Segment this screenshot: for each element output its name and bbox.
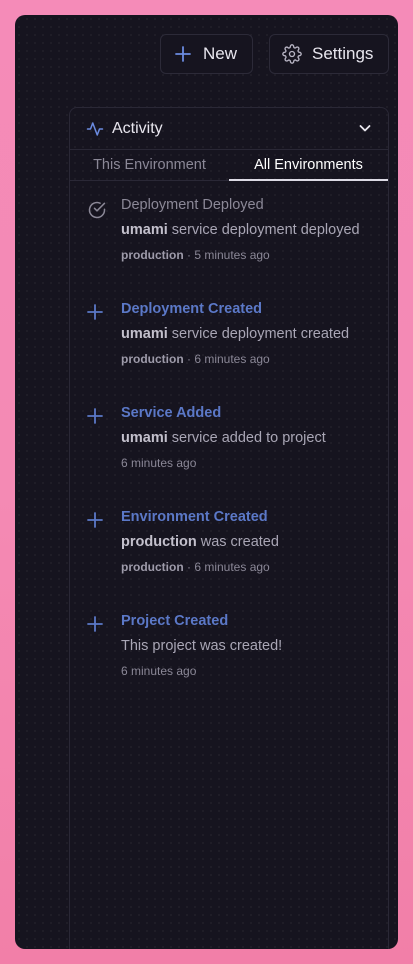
activity-meta: production · 5 minutes ago [121,247,388,263]
new-button-label: New [203,44,238,63]
activity-time: 6 minutes ago [121,456,197,470]
environment-tabs: This Environment All Environments [70,149,388,181]
plus-icon [87,408,103,424]
activity-meta: 6 minutes ago [121,663,388,679]
gear-icon [282,44,302,64]
activity-title-text: Project Created [121,613,229,629]
activity-description: This project was created! [121,636,388,656]
list-item: Deployment Deployed umami service deploy… [70,195,388,299]
activity-subject: umami [121,430,168,446]
tab-this-environment[interactable]: This Environment [70,150,229,180]
activity-title: Activity [112,119,163,137]
activity-description: umami service deployment deployed [121,220,388,240]
activity-time: 6 minutes ago [194,560,270,574]
activity-description: production was created [121,532,388,552]
activity-text: service deployment deployed [167,222,360,238]
new-button[interactable]: New [160,34,253,74]
settings-button-label: Settings [312,44,374,63]
activity-text: was created [196,534,279,550]
plus-icon [87,512,103,528]
list-item: Service Added umami service added to pro… [70,403,388,507]
activity-separator: · [183,352,195,366]
activity-time: 6 minutes ago [121,664,197,678]
activity-text: This project was created! [121,638,283,654]
activity-title-text: Deployment Deployed [121,197,264,213]
activity-env: production [121,560,184,574]
list-item: Deployment Created umami service deploym… [70,299,388,403]
check-circle-icon [88,201,106,219]
activity-title-text: Service Added [121,405,222,421]
plus-icon [87,304,103,320]
tab-all-environments[interactable]: All Environments [229,150,388,181]
activity-panel-header[interactable]: Activity [70,108,388,149]
plus-icon [175,46,191,62]
activity-description: umami service added to project [121,428,388,448]
activity-subject: umami [121,222,168,238]
activity-meta: production · 6 minutes ago [121,351,388,367]
activity-text: service added to project [167,430,326,446]
activity-separator: · [183,248,195,262]
activity-icon [86,121,104,136]
activity-env: production [121,352,184,366]
activity-subject: production [121,534,197,550]
activity-time: 5 minutes ago [194,248,270,262]
plus-icon [87,616,103,632]
activity-meta: production · 6 minutes ago [121,559,388,575]
app-window: New Settings Activity This Environment A… [15,15,398,949]
activity-title-text: Deployment Created [121,301,263,317]
activity-time: 6 minutes ago [194,352,270,366]
activity-description: umami service deployment created [121,324,388,344]
activity-subject: umami [121,326,168,342]
activity-title-text: Environment Created [121,509,268,525]
list-item: Project Created This project was created… [70,611,388,715]
list-item: Environment Created production was creat… [70,507,388,611]
activity-text: service deployment created [167,326,350,342]
chevron-down-icon[interactable] [358,121,372,135]
activity-env: production [121,248,184,262]
activity-feed: Deployment Deployed umami service deploy… [70,181,388,715]
activity-meta: 6 minutes ago [121,455,388,471]
activity-separator: · [183,560,195,574]
activity-panel: Activity This Environment All Environmen… [69,107,389,949]
settings-button[interactable]: Settings [269,34,389,74]
